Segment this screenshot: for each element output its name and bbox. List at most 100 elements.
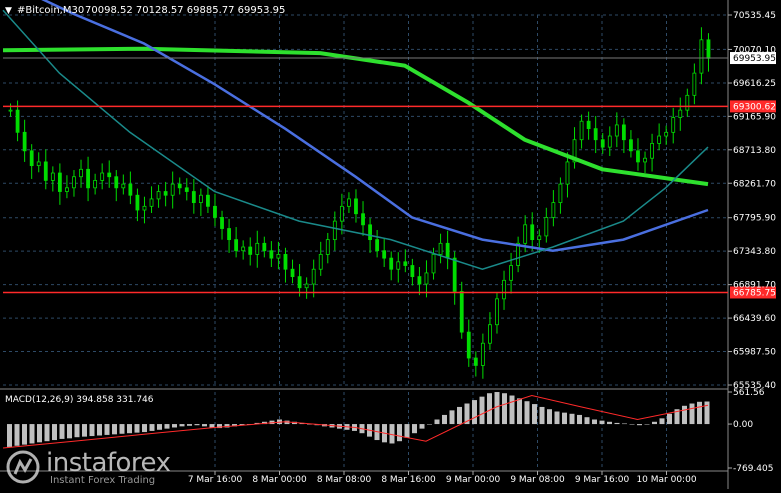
candle-body	[191, 191, 196, 204]
candle-body	[332, 220, 337, 241]
candle-body	[459, 291, 464, 333]
candle-body	[86, 168, 90, 189]
candle-body	[100, 172, 105, 181]
candle-body	[502, 279, 506, 300]
x-tick-label: 8 Mar 16:00	[381, 475, 436, 485]
macd-histogram-bar	[622, 423, 627, 425]
candle-body	[290, 268, 295, 278]
candle-body	[79, 168, 83, 178]
macd-histogram-bar	[119, 424, 125, 434]
x-tick-label: 7 Mar 16:00	[188, 475, 243, 485]
candle-body	[93, 180, 98, 189]
candle-body	[629, 139, 633, 152]
macd-histogram-bar	[149, 424, 155, 431]
candle-body	[699, 39, 704, 74]
price-chart[interactable]: 69300.6266785.7569953.95 70535.4570070.1…	[0, 0, 781, 489]
candle-body	[156, 191, 161, 200]
candle-body	[523, 224, 528, 244]
candle-body	[410, 265, 415, 278]
macd-label: MACD(12,26,9) 394.858 331.746	[5, 395, 154, 405]
candle-body	[600, 139, 605, 148]
macd-histogram-bar	[614, 422, 620, 425]
macd-histogram-bar	[59, 424, 65, 439]
macd-histogram-bar	[637, 424, 642, 426]
candle-body	[636, 150, 640, 163]
macd-histogram-bar	[164, 424, 170, 429]
candle-body	[262, 242, 267, 252]
y-tick-label: 67343.80	[733, 247, 776, 257]
macd-histogram-bar	[134, 424, 140, 433]
macd-histogram-bar	[584, 417, 590, 425]
candle-body	[241, 246, 246, 252]
candle-body	[579, 120, 584, 141]
macd-histogram-bar	[209, 424, 215, 428]
macd-histogram-bar	[434, 419, 440, 425]
candle-body	[621, 124, 626, 141]
macd-histogram-bar	[397, 424, 402, 442]
candle-body	[220, 217, 224, 229]
symbol-dropdown-icon[interactable]: ▼	[5, 6, 12, 16]
candle-body	[184, 187, 189, 192]
macd-histogram-bar	[629, 424, 635, 425]
candle-body	[678, 109, 683, 118]
candle-body	[128, 183, 133, 196]
macd-histogram-bar	[104, 424, 110, 435]
candle-body	[375, 239, 380, 252]
candle-body	[692, 72, 697, 96]
level-label: 69300.62	[733, 102, 776, 112]
macd-histogram-bar	[524, 401, 530, 425]
macd-histogram-bar	[142, 424, 147, 433]
candle-body	[304, 283, 309, 289]
candle-body	[473, 357, 478, 366]
candle-body	[227, 228, 231, 241]
macd-histogram-bar	[652, 421, 657, 425]
macd-histogram-bar	[44, 424, 50, 442]
macd-histogram-bar	[644, 424, 650, 425]
macd-histogram-bar	[682, 405, 687, 425]
x-tick-label: 8 Mar 08:00	[317, 475, 372, 485]
candle-body	[403, 261, 408, 266]
x-tick-label: 10 Mar 00:00	[636, 475, 696, 485]
candle-body	[311, 268, 316, 285]
macd-histogram-bar	[539, 406, 545, 425]
candle-body	[107, 172, 112, 178]
candle-body	[431, 254, 436, 274]
y-tick-label: 67795.90	[733, 214, 776, 224]
candle-body	[671, 117, 676, 133]
macd-histogram-bar	[427, 424, 432, 425]
y-tick-label: 69165.90	[733, 112, 776, 122]
candle-body	[495, 298, 499, 326]
macd-histogram-bar	[194, 424, 200, 426]
candle-body	[177, 183, 182, 189]
macd-histogram-bar	[412, 424, 417, 434]
candle-body	[135, 194, 140, 211]
macd-histogram-bar	[89, 424, 95, 437]
candle-body	[121, 183, 126, 189]
macd-histogram-bar	[442, 414, 447, 425]
y-tick-label: 65987.50	[733, 348, 776, 358]
macd-histogram-bar	[509, 395, 515, 425]
y-tick-label: 70070.10	[733, 45, 776, 55]
symbol-label: #Bitcoin,M30	[17, 5, 84, 16]
candle-body	[198, 194, 203, 204]
macd-histogram-bar	[592, 419, 597, 425]
candle-body	[248, 246, 253, 255]
y-tick-label: 69616.25	[733, 79, 776, 89]
y-tick-label: 70535.45	[733, 11, 776, 21]
y-tick-label: 66439.60	[733, 314, 776, 324]
macd-histogram-bar	[547, 409, 552, 425]
candle-body	[43, 161, 48, 181]
macd-histogram-bar	[599, 420, 605, 425]
candle-body	[685, 94, 690, 111]
macd-histogram-bar	[37, 424, 42, 443]
macd-histogram-bar	[202, 424, 207, 427]
macd-histogram-bar	[577, 414, 582, 425]
candle-body	[347, 198, 351, 207]
candle-body	[466, 331, 471, 359]
chart-stage[interactable]: 69300.62 66785.75 69953.95 70535.45 70070.1…	[0, 0, 781, 489]
candle-body	[586, 120, 591, 130]
candle-body	[544, 217, 549, 237]
candle-body	[480, 342, 485, 366]
macd-histogram-bar	[52, 424, 57, 441]
candle-body	[325, 239, 330, 255]
